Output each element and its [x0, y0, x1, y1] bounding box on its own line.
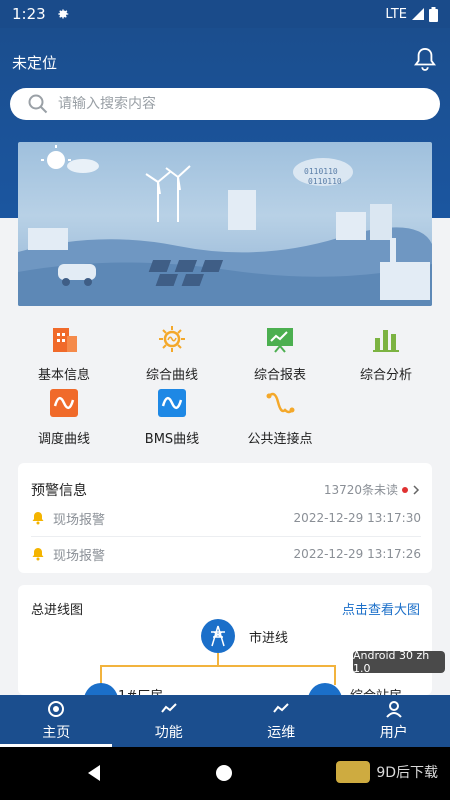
watermark: 9D后下载 [336, 761, 438, 783]
system-nav-bar: 9D后下载 [0, 747, 450, 800]
home-icon [48, 701, 65, 717]
tower-node[interactable] [201, 619, 235, 653]
energy-banner-image: 0110110 0110110 [18, 142, 432, 306]
grid-item-label: 综合曲线 [145, 368, 198, 383]
tab-label: 功能 [154, 725, 183, 741]
tab-home[interactable]: 主页 [0, 695, 113, 747]
search-bar[interactable] [10, 88, 440, 120]
location-label[interactable]: 未定位 [12, 52, 57, 73]
grid-item-label: 基本信息 [37, 368, 90, 383]
alarm-bell-icon [32, 548, 44, 561]
grid-item-connection-point[interactable]: 公共连接点 [224, 388, 336, 447]
right-node[interactable] [308, 683, 342, 695]
battery-icon [429, 6, 438, 22]
unread-dot-icon [402, 486, 408, 493]
energy-landscape-illustration: 0110110 0110110 [18, 145, 432, 306]
status-bar: 1:23 LTE [0, 0, 450, 28]
network-type: LTE [385, 6, 407, 22]
bms-wave-icon [158, 389, 186, 417]
grid-item-basic-info[interactable]: 基本信息 [8, 324, 120, 383]
settings-gear-icon [58, 9, 68, 19]
connector-line [100, 665, 102, 685]
tab-maintenance[interactable]: 运维 [225, 695, 338, 747]
svg-text:0110110: 0110110 [308, 177, 342, 186]
chevron-right-icon [413, 484, 420, 495]
grid-item-combined-analysis[interactable]: 综合分析 [330, 324, 442, 383]
tab-label: 用户 [379, 725, 408, 741]
top-node-label: 市进线 [249, 631, 289, 646]
left-node-label: 1#厂房 [118, 685, 163, 695]
svg-text:0110110: 0110110 [304, 167, 338, 176]
grid-item-label: BMS曲线 [144, 432, 200, 447]
watermark-text: 9D后下载 [376, 765, 438, 781]
grid-item-dispatch-curve[interactable]: 调度曲线 [8, 388, 120, 447]
divider [31, 536, 421, 537]
maintenance-icon [273, 703, 289, 713]
alarm-bell-icon [32, 512, 44, 525]
search-input[interactable] [58, 96, 418, 112]
grid-item-label: 公共连接点 [247, 432, 313, 447]
grid-item-bms-curve[interactable]: BMS曲线 [116, 388, 228, 447]
grid-item-combined-report[interactable]: 综合报表 [224, 324, 336, 383]
alert-row[interactable]: 现场报警 2022-12-29 13:17:30 [31, 503, 421, 533]
alert-name: 现场报警 [53, 548, 106, 564]
tab-user[interactable]: 用户 [338, 695, 450, 747]
connector-line [334, 665, 336, 685]
alert-name: 现场报警 [53, 512, 106, 528]
building-info-icon [53, 328, 77, 352]
user-icon [385, 701, 402, 718]
left-node[interactable] [84, 683, 118, 695]
search-icon [28, 94, 48, 114]
alerts-unread[interactable]: 13720条未读 [324, 481, 420, 498]
alert-time: 2022-12-29 13:17:30 [293, 511, 421, 525]
bottom-tab-bar: 主页 功能 运维 用户 [0, 695, 450, 747]
alert-time: 2022-12-29 13:17:26 [293, 547, 421, 561]
status-time: 1:23 [12, 5, 46, 23]
diagram-title: 总进线图 [31, 603, 84, 618]
function-icon [160, 703, 177, 713]
version-toast: Android 30 zh 1.0 [353, 649, 445, 675]
dispatch-wave-icon [50, 389, 78, 417]
bell-icon[interactable] [414, 46, 436, 72]
signal-icon [412, 8, 424, 20]
connector-line [217, 653, 219, 665]
bar-analysis-icon [373, 330, 399, 352]
alerts-title: 预警信息 [31, 483, 87, 499]
alert-row[interactable]: 现场报警 2022-12-29 13:17:26 [31, 539, 421, 569]
grid-item-label: 综合报表 [253, 368, 306, 383]
grid-item-combined-curve[interactable]: 综合曲线 [116, 324, 228, 383]
home-button[interactable] [216, 765, 232, 781]
chart-board-icon [267, 328, 293, 353]
unread-count: 13720条未读 [323, 483, 398, 497]
connector-line [100, 665, 336, 667]
wiring-diagram-card: 总进线图 点击查看大图 市进线 1#厂房 综合站房 [18, 585, 432, 695]
tab-label: 主页 [42, 725, 71, 741]
view-large-link[interactable]: 点击查看大图 [342, 599, 420, 618]
tab-label: 运维 [267, 725, 296, 741]
grid-item-label: 调度曲线 [37, 432, 90, 447]
grid-item-label: 综合分析 [359, 368, 412, 383]
sun-curve-icon [159, 326, 185, 352]
connection-point-icon [266, 392, 295, 414]
alerts-card: 预警信息 13720条未读 现场报警 2022-12-29 13:17:30 现… [18, 463, 432, 573]
back-icon[interactable] [86, 764, 102, 782]
right-node-label: 综合站房 [350, 685, 402, 695]
tab-function[interactable]: 功能 [113, 695, 226, 747]
power-tower-icon [211, 625, 225, 647]
cassette-logo-icon [336, 761, 371, 783]
